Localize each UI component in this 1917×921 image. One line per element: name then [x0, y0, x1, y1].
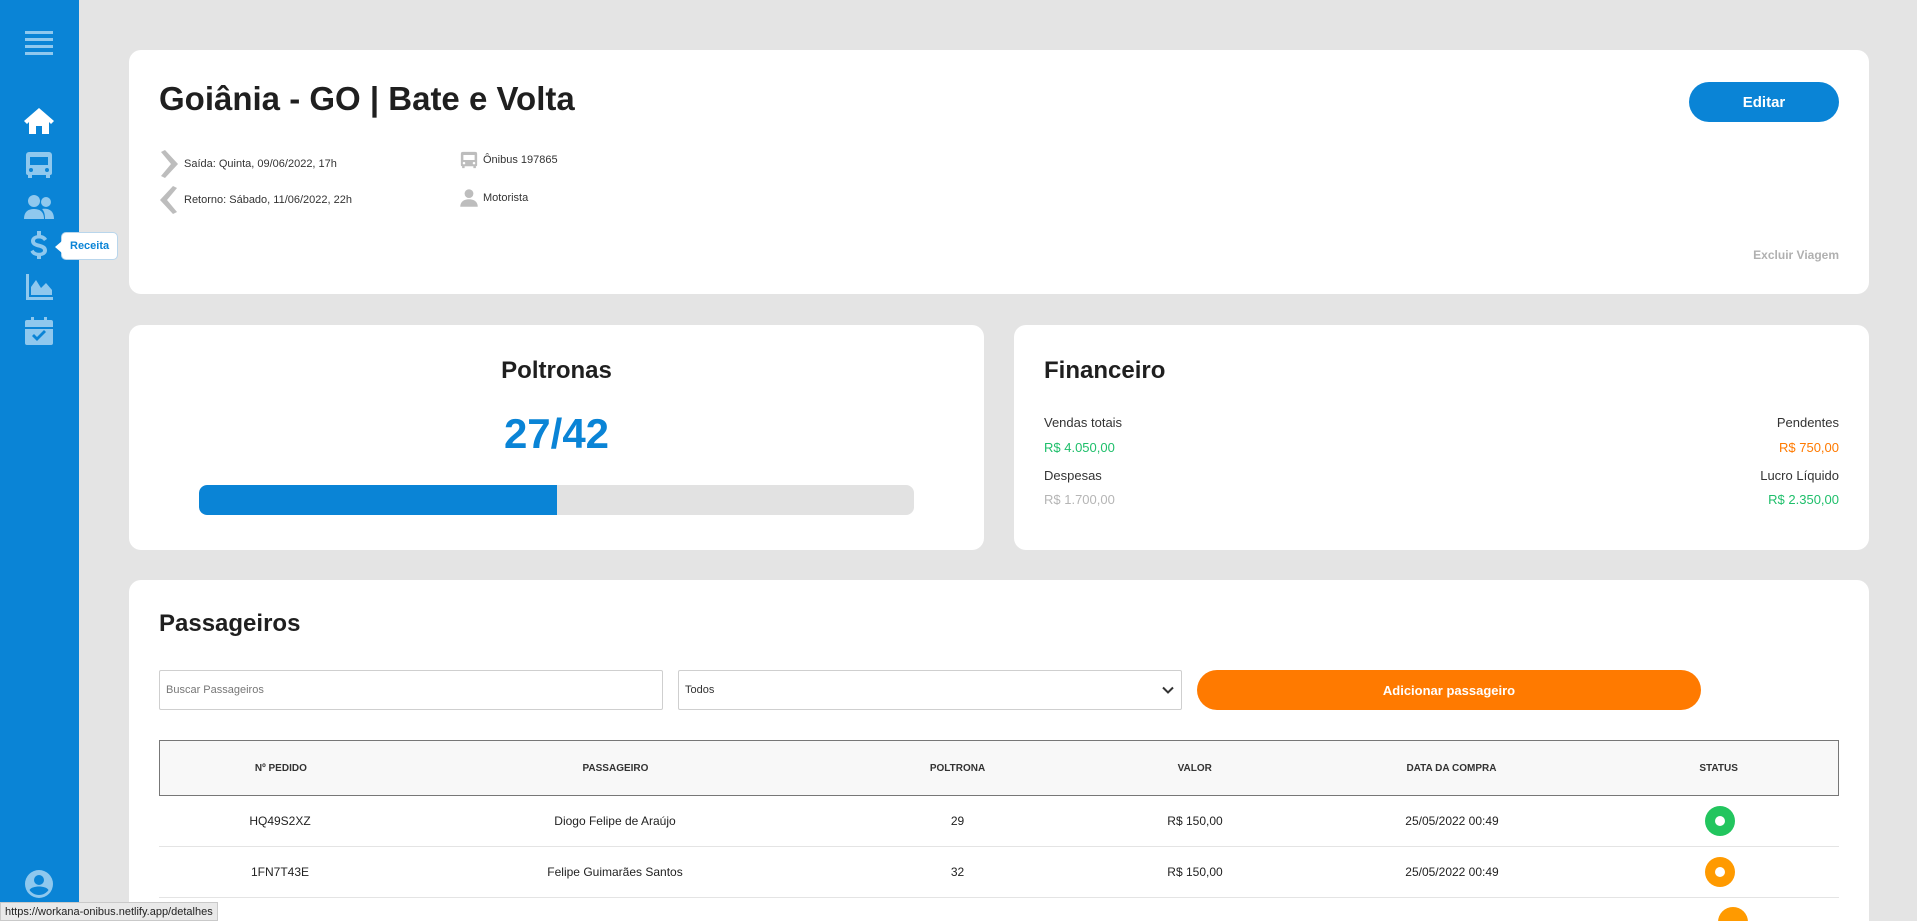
chevron-down-icon [1162, 686, 1174, 694]
status-icon[interactable] [1704, 806, 1735, 836]
status-icon[interactable] [1704, 857, 1735, 887]
driver-info: Motorista [459, 188, 528, 208]
add-passenger-button[interactable]: Adicionar passageiro [1197, 670, 1701, 710]
passengers-card: Passageiros Todos Adicionar passageiro N… [129, 580, 1869, 921]
calendar-check-icon[interactable] [20, 314, 58, 348]
departure-info: Saída: Quinta, 09/06/2022, 17h [158, 150, 337, 178]
return-text: Retorno: Sábado, 11/06/2022, 22h [184, 194, 352, 206]
departure-text: Saída: Quinta, 09/06/2022, 17h [184, 158, 337, 170]
chevron-right-icon [161, 150, 178, 178]
bus-small-icon [460, 151, 478, 169]
finance-card: Financeiro Vendas totais R$ 4.050,00 Pen… [1014, 325, 1869, 550]
seat-cell: 29 [950, 814, 965, 828]
browser-status-url: https://workana-onibus.netlify.app/detal… [0, 902, 218, 921]
edit-button[interactable]: Editar [1689, 82, 1839, 122]
date-cell: 25/05/2022 00:49 [1405, 814, 1499, 828]
delete-trip-link[interactable]: Excluir Viagem [1753, 248, 1839, 262]
total-sales-label: Vendas totais [1044, 415, 1123, 430]
col-seat[interactable]: POLTRONA [829, 763, 1086, 774]
bus-info: Ônibus 197865 [459, 150, 558, 170]
col-value[interactable]: VALOR [1086, 763, 1304, 774]
finance-title: Financeiro [1044, 357, 1166, 384]
seats-card: Poltronas 27/42 [129, 325, 984, 550]
table-row[interactable]: 1FN7T43E Felipe Guimarães Santos 32 R$ 1… [159, 847, 1839, 898]
bus-text: Ônibus 197865 [483, 154, 558, 166]
seats-progress-fill [199, 485, 557, 515]
driver-text: Motorista [483, 192, 529, 204]
col-passenger[interactable]: PASSAGEIRO [402, 763, 829, 774]
expenses-label: Despesas [1044, 468, 1102, 483]
home-icon[interactable] [20, 104, 58, 138]
bus-icon[interactable] [20, 148, 58, 182]
status-cell [1600, 857, 1839, 887]
table-row[interactable]: HQ49S2XZ Diogo Felipe de Araújo 29 R$ 15… [159, 796, 1839, 847]
dollar-icon[interactable] [20, 228, 58, 262]
person-icon [460, 189, 478, 207]
trip-title: Goiânia - GO | Bate e Volta [159, 80, 575, 117]
trip-card: Goiânia - GO | Bate e Volta Editar Saída… [129, 50, 1869, 294]
seat-cell: 32 [950, 865, 965, 879]
passenger-cell: Diogo Felipe de Araújo [554, 814, 676, 828]
col-status[interactable]: STATUS [1599, 763, 1838, 774]
net-profit-label: Lucro Líquido [1760, 468, 1839, 483]
search-passengers-input[interactable] [159, 670, 663, 710]
status-filter-select[interactable]: Todos [678, 670, 1182, 710]
value-cell: R$ 150,00 [1167, 865, 1223, 879]
user-account-icon[interactable] [20, 867, 58, 901]
value-cell: R$ 150,00 [1167, 814, 1223, 828]
date-cell: 25/05/2022 00:49 [1405, 865, 1499, 879]
sidebar: Receita [0, 0, 119, 921]
users-icon[interactable] [20, 190, 58, 224]
chevron-left-icon [160, 186, 177, 214]
expenses-value: R$ 1.700,00 [1044, 492, 1115, 507]
table-header: Nº PEDIDO PASSAGEIRO POLTRONA VALOR DATA… [159, 740, 1839, 796]
total-sales-value: R$ 4.050,00 [1044, 440, 1115, 455]
seats-title: Poltronas [501, 357, 612, 384]
return-info: Retorno: Sábado, 11/06/2022, 22h [158, 186, 352, 214]
seats-count: 27/42 [503, 410, 610, 457]
passenger-cell: Felipe Guimarães Santos [547, 865, 683, 879]
status-cell [1600, 806, 1839, 836]
seats-progress-bar [199, 485, 914, 515]
net-profit-value: R$ 2.350,00 [1768, 492, 1839, 507]
col-order[interactable]: Nº PEDIDO [160, 763, 402, 774]
passengers-table: Nº PEDIDO PASSAGEIRO POLTRONA VALOR DATA… [159, 740, 1839, 898]
order-cell: 1FN7T43E [250, 865, 310, 879]
col-purchase-date[interactable]: DATA DA COMPRA [1304, 763, 1600, 774]
pending-value: R$ 750,00 [1779, 440, 1839, 455]
status-filter-value: Todos [685, 684, 715, 696]
receita-tooltip: Receita [54, 232, 119, 260]
order-cell: HQ49S2XZ [249, 814, 311, 828]
area-chart-icon[interactable] [20, 270, 58, 304]
passengers-title: Passageiros [159, 610, 301, 637]
pending-label: Pendentes [1776, 415, 1839, 430]
menu-icon[interactable] [20, 26, 58, 60]
